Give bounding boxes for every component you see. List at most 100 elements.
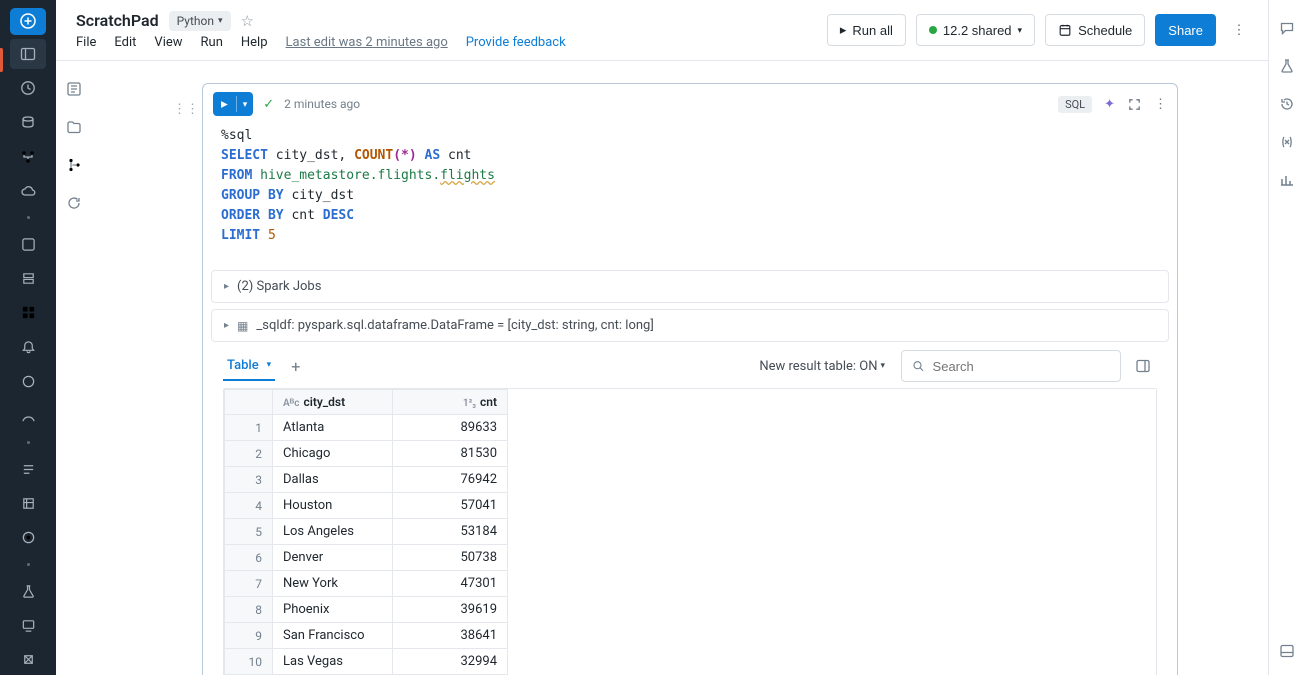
generic-icon <box>21 496 36 511</box>
separator-dot <box>27 216 30 219</box>
table-row[interactable]: 10Las Vegas32994 <box>225 649 508 675</box>
cell-cnt: 38641 <box>393 623 508 649</box>
nav-item-4[interactable] <box>10 332 46 362</box>
expand-icon[interactable] <box>1127 97 1142 112</box>
variables-icon[interactable] <box>1279 134 1295 150</box>
chevron-down-icon: ▾ <box>237 99 254 110</box>
result-table-toggle[interactable]: New result table: ON ▾ <box>751 355 893 378</box>
cell-cnt: 81530 <box>393 441 508 467</box>
nav-item-1[interactable] <box>10 229 46 259</box>
table-row[interactable]: 9San Francisco38641 <box>225 623 508 649</box>
table-row[interactable]: 8Phoenix39619 <box>225 597 508 623</box>
folder-icon[interactable] <box>66 119 82 135</box>
table-row[interactable]: 4Houston57041 <box>225 493 508 519</box>
generic-icon <box>21 652 36 667</box>
nav-item-8[interactable] <box>10 488 46 518</box>
add-tab-button[interactable]: + <box>283 353 308 380</box>
cell-cnt: 50738 <box>393 545 508 571</box>
table-row[interactable]: 6Denver50738 <box>225 545 508 571</box>
cell-city: Phoenix <box>273 597 393 623</box>
notebook-title[interactable]: ScratchPad <box>76 11 159 30</box>
play-icon: ▸ <box>213 96 237 112</box>
nav-item-12[interactable] <box>10 645 46 675</box>
nav-item-9[interactable] <box>10 523 46 553</box>
right-rail <box>1268 0 1304 675</box>
cell-more-icon[interactable]: ⋮ <box>1154 97 1167 112</box>
menu-edit[interactable]: Edit <box>114 35 136 50</box>
refresh-icon[interactable] <box>66 195 82 211</box>
last-edit-link[interactable]: Last edit was 2 minutes ago <box>286 35 448 50</box>
nav-item-3[interactable] <box>10 298 46 328</box>
code-cell[interactable]: ⋮⋮ ▸ ▾ ✓ 2 minutes ago SQL ✦ ⋮ <box>202 83 1178 675</box>
cell-timestamp: 2 minutes ago <box>284 97 360 111</box>
language-selector[interactable]: Python ▾ <box>169 11 231 31</box>
cell-city: Denver <box>273 545 393 571</box>
cell-city: San Francisco <box>273 623 393 649</box>
search-input[interactable] <box>933 359 1110 374</box>
row-number: 5 <box>225 519 273 545</box>
nav-item-10[interactable] <box>10 576 46 606</box>
collapse-panel-icon[interactable] <box>1279 643 1295 659</box>
panel-toggle-icon[interactable] <box>1129 352 1157 380</box>
result-table: Aᴮccity_dst 1²₃cnt 1Atlanta896332Chicago… <box>223 388 1157 675</box>
spark-jobs-row[interactable]: ▸ (2) Spark Jobs <box>211 270 1169 303</box>
outline-icon[interactable] <box>66 81 82 97</box>
column-header-city[interactable]: Aᴮccity_dst <box>273 390 393 415</box>
table-row[interactable]: 2Chicago81530 <box>225 441 508 467</box>
table-row[interactable]: 3Dallas76942 <box>225 467 508 493</box>
nav-item-2[interactable] <box>10 263 46 293</box>
code-editor[interactable]: %sql SELECT city_dst, COUNT(*) AS cnt FR… <box>203 116 1177 264</box>
calendar-icon <box>1058 23 1072 37</box>
history-icon[interactable] <box>1279 96 1295 112</box>
nav-item-6[interactable] <box>10 401 46 431</box>
row-number: 4 <box>225 493 273 519</box>
run-all-button[interactable]: ▸ Run all <box>827 14 906 46</box>
flask-icon[interactable] <box>1279 58 1295 74</box>
cell-city: Atlanta <box>273 415 393 441</box>
recents-nav[interactable] <box>10 73 46 103</box>
cell-cnt: 76942 <box>393 467 508 493</box>
more-menu[interactable]: ⋮ <box>1226 14 1252 46</box>
run-cell-button[interactable]: ▸ ▾ <box>213 92 253 116</box>
tree-icon[interactable] <box>66 157 82 173</box>
tab-table[interactable]: Table ▾ <box>223 352 275 381</box>
cell-cnt: 39619 <box>393 597 508 623</box>
table-row[interactable]: 1Atlanta89633 <box>225 415 508 441</box>
share-button[interactable]: Share <box>1155 14 1216 46</box>
dataframe-row[interactable]: ▸ ▦ _sqldf: pyspark.sql.dataframe.DataFr… <box>211 309 1169 342</box>
catalog-nav[interactable] <box>10 107 46 137</box>
feedback-link[interactable]: Provide feedback <box>466 35 566 50</box>
table-row[interactable]: 5Los Angeles53184 <box>225 519 508 545</box>
compute-nav[interactable] <box>10 176 46 206</box>
column-header-cnt[interactable]: 1²₃cnt <box>393 390 508 415</box>
workspace-nav[interactable] <box>10 39 46 69</box>
chevron-down-icon: ▾ <box>267 360 272 370</box>
language-label: Python <box>177 14 214 28</box>
row-number-header[interactable] <box>225 390 273 415</box>
menu-run[interactable]: Run <box>201 35 223 50</box>
clock-icon <box>20 80 36 96</box>
menu-help[interactable]: Help <box>241 35 268 50</box>
play-icon: ▸ <box>840 22 847 38</box>
row-number: 6 <box>225 545 273 571</box>
table-row[interactable]: 7New York47301 <box>225 571 508 597</box>
nav-item-7[interactable] <box>10 454 46 484</box>
menu-file[interactable]: File <box>76 35 96 50</box>
search-icon <box>912 359 925 373</box>
star-icon[interactable]: ☆ <box>241 12 254 30</box>
workflows-nav[interactable] <box>10 142 46 172</box>
compute-selector[interactable]: 12.2 shared ▾ <box>916 14 1035 46</box>
nav-item-11[interactable] <box>10 610 46 640</box>
schedule-button[interactable]: Schedule <box>1045 14 1145 46</box>
search-box[interactable] <box>901 350 1121 382</box>
comments-icon[interactable] <box>1279 20 1295 36</box>
left-rail <box>0 0 56 675</box>
tab-label: Table <box>227 358 259 373</box>
chart-icon[interactable] <box>1279 172 1295 188</box>
new-button[interactable] <box>10 8 46 35</box>
drag-handle-icon[interactable]: ⋮⋮ <box>173 102 199 117</box>
assist-icon[interactable]: ✦ <box>1104 97 1115 112</box>
menu-view[interactable]: View <box>154 35 182 50</box>
dataframe-label: _sqldf: pyspark.sql.dataframe.DataFrame … <box>256 318 653 333</box>
nav-item-5[interactable] <box>10 366 46 396</box>
